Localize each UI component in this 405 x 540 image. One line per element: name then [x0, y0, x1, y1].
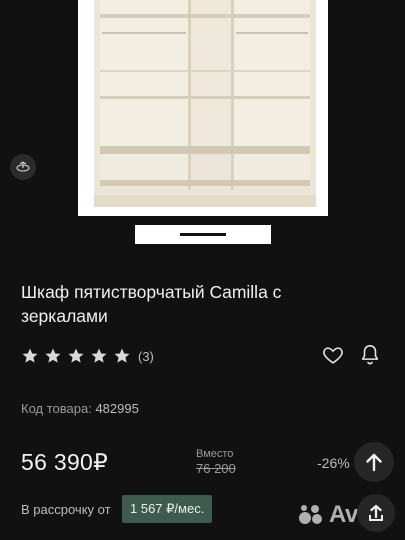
scroll-top-button[interactable] [354, 442, 394, 482]
installment-label: В рассрочку от [21, 502, 111, 517]
heart-icon [323, 347, 343, 364]
product-code-value: 482995 [95, 401, 139, 416]
share-button[interactable] [357, 494, 395, 532]
product-code: Код товара: 482995 [21, 401, 139, 416]
arrow-up-icon [366, 453, 382, 472]
pager-active-indicator [180, 233, 226, 236]
star-icon [45, 348, 61, 363]
star-icon [91, 348, 107, 363]
product-code-label: Код товара: [21, 401, 92, 416]
star-icon [68, 348, 84, 363]
product-photo[interactable] [78, 0, 328, 216]
rating-count: (3) [138, 348, 154, 364]
price: 56 390₽ [21, 449, 109, 475]
discount-badge: -26% [317, 455, 350, 471]
gallery-pager[interactable] [135, 225, 271, 244]
favorite-button[interactable] [322, 344, 344, 366]
installment-button[interactable]: 1 567 ₽/мес. [122, 495, 213, 523]
avito-logo-icon [299, 505, 322, 524]
old-price-label: Вместо [196, 448, 234, 460]
old-price: 76 200 [196, 461, 236, 476]
wardrobe-image [78, 0, 328, 216]
notify-button[interactable] [359, 343, 381, 367]
star-icon [114, 348, 130, 363]
ar-view-button[interactable] [10, 154, 36, 180]
product-title: Шкаф пятистворчатый Camilla с зеркалами [21, 282, 282, 326]
share-icon [369, 504, 383, 521]
rating[interactable]: (3) [21, 347, 154, 365]
star-icon [22, 348, 38, 363]
bell-icon [361, 345, 379, 365]
ar-icon [16, 161, 30, 172]
